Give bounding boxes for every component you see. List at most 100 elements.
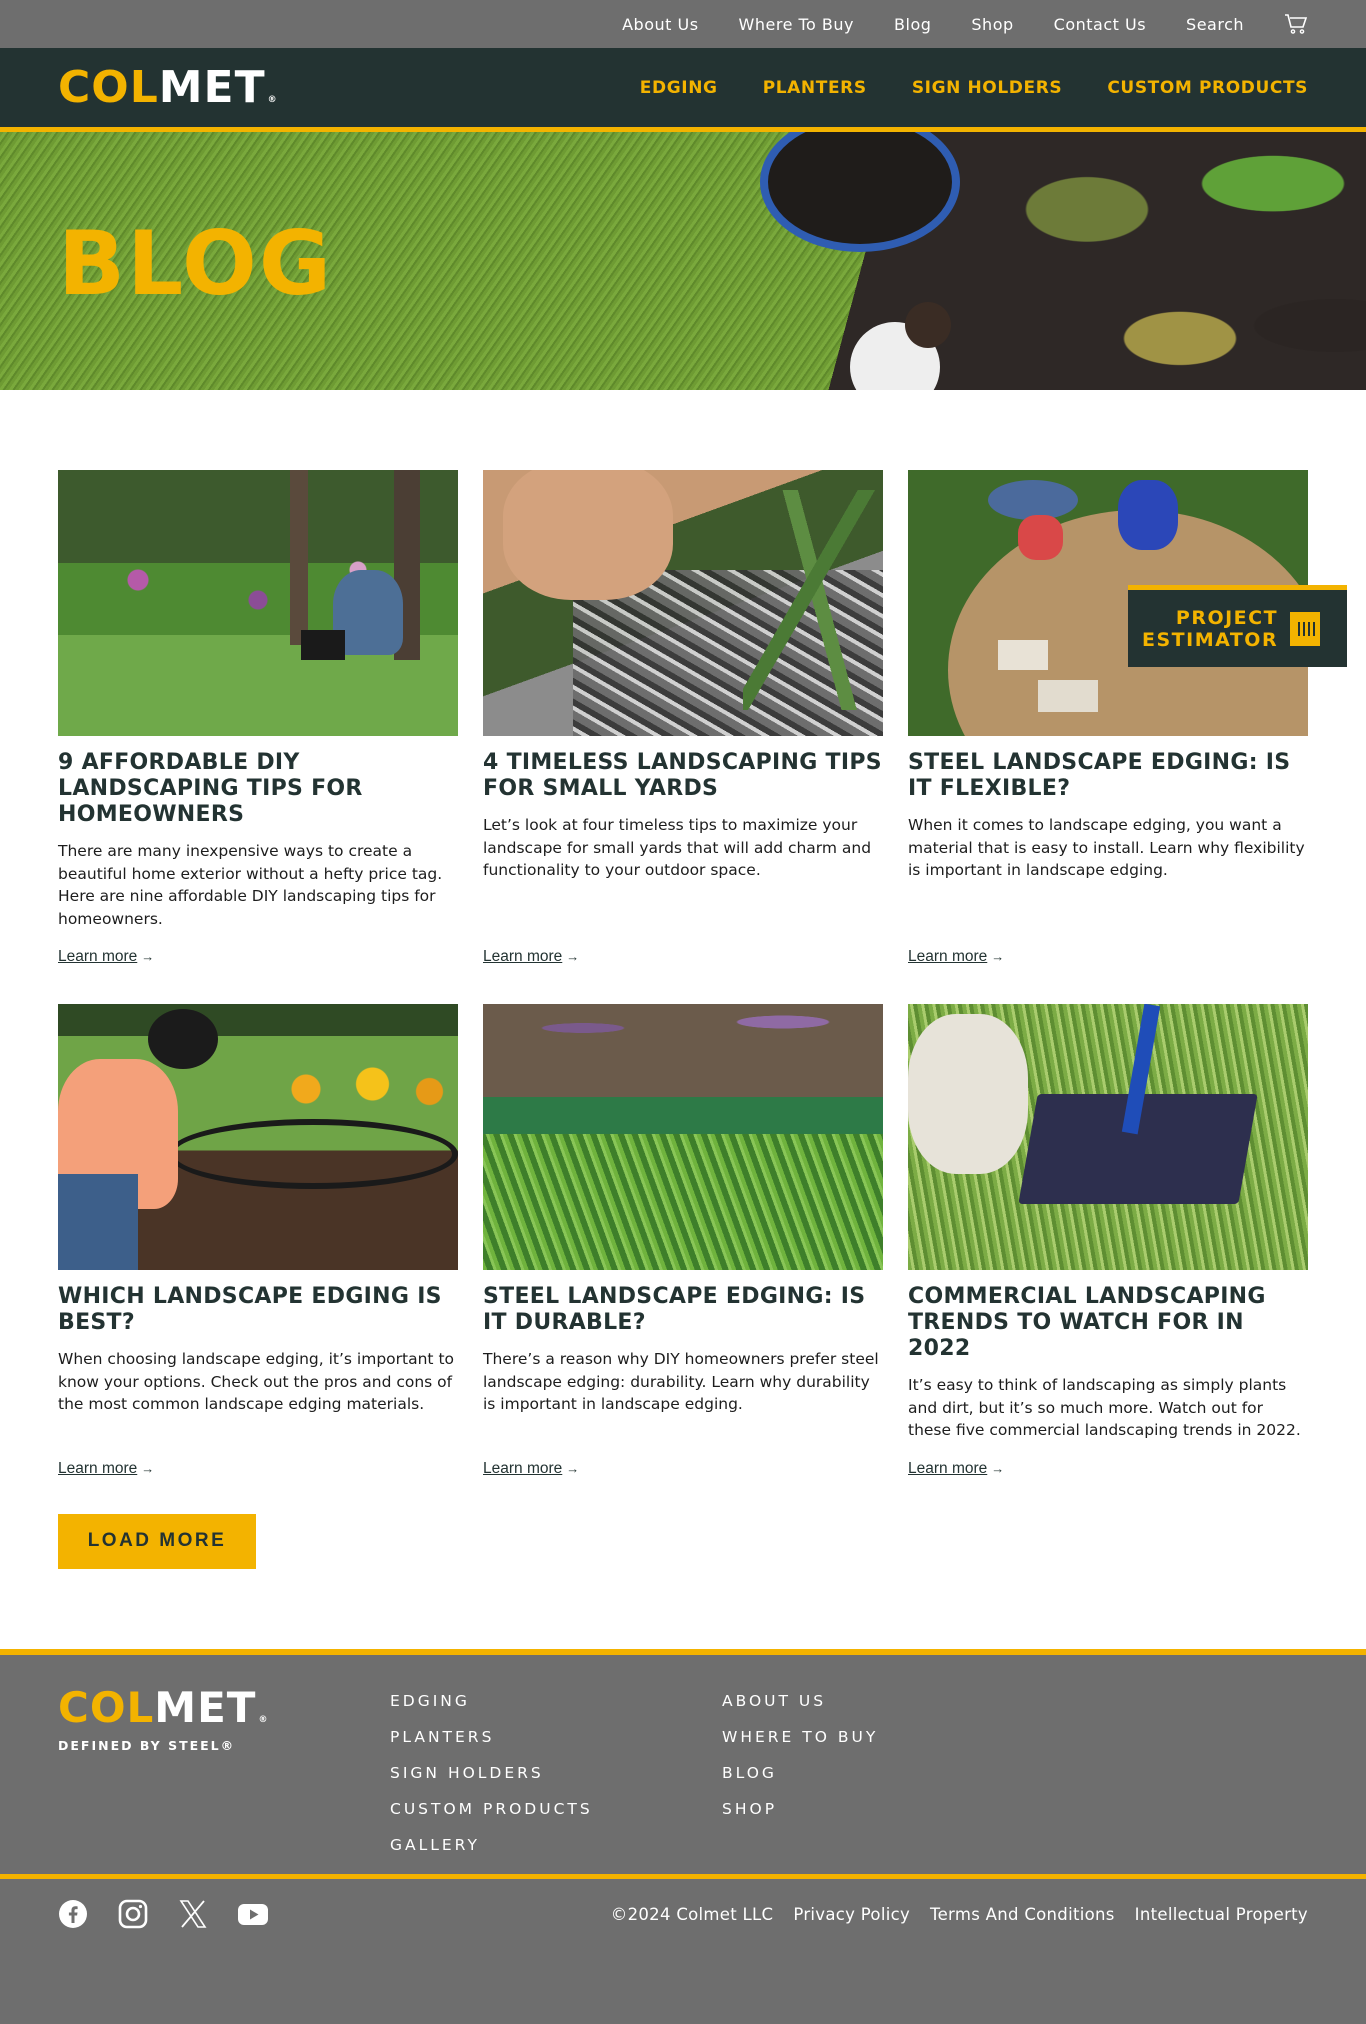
project-estimator-button[interactable]: PROJECT ESTIMATOR — [1128, 585, 1347, 667]
intellectual-property-link[interactable]: Intellectual Property — [1135, 1905, 1308, 1924]
blog-card-text: COMMERCIAL LANDSCAPING TRENDS TO WATCH F… — [908, 1270, 1308, 1442]
nav-custom-products[interactable]: CUSTOM PRODUCTS — [1107, 78, 1308, 98]
blog-card-text: 4 TIMELESS LANDSCAPING TIPS FOR SMALL YA… — [483, 736, 883, 930]
footer-link-about-us[interactable]: ABOUT US — [722, 1683, 1054, 1719]
learn-more-link[interactable]: Learn more → — [908, 1460, 1004, 1478]
utility-link-shop[interactable]: Shop — [971, 15, 1013, 34]
image-leaves — [743, 490, 883, 710]
image-wheelbarrow — [988, 480, 1078, 520]
blog-post-grid: 9 AFFORDABLE DIY LANDSCAPING TIPS FOR HO… — [0, 390, 1366, 1478]
learn-more-label: Learn more — [58, 1459, 138, 1477]
footer-link-blog[interactable]: BLOG — [722, 1755, 1054, 1791]
project-estimator-line2: ESTIMATOR — [1142, 628, 1279, 651]
learn-more-label: Learn more — [483, 1459, 563, 1477]
blog-card-title[interactable]: STEEL LANDSCAPE EDGING: IS IT FLEXIBLE? — [908, 750, 1308, 802]
blog-card-excerpt: There’s a reason why DIY homeowners pref… — [483, 1350, 879, 1413]
cart-icon[interactable] — [1284, 13, 1308, 35]
image-glove — [908, 1014, 1028, 1174]
main-header: COL MET ® EDGING PLANTERS SIGN HOLDERS CUS… — [0, 48, 1366, 132]
learn-more-link[interactable]: Learn more → — [908, 948, 1004, 966]
blog-card: WHICH LANDSCAPE EDGING IS BEST? When cho… — [58, 1004, 458, 1478]
blog-card-image[interactable] — [58, 470, 458, 736]
image-stone — [1038, 680, 1098, 712]
learn-more-link[interactable]: Learn more → — [58, 948, 154, 966]
learn-more-link[interactable]: Learn more → — [58, 1460, 154, 1478]
blog-card-image[interactable] — [908, 1004, 1308, 1270]
arrow-right-icon: → — [141, 949, 155, 964]
image-person — [1118, 480, 1178, 550]
blog-card-title[interactable]: 9 AFFORDABLE DIY LANDSCAPING TIPS FOR HO… — [58, 750, 458, 828]
blog-card: STEEL LANDSCAPE EDGING: IS IT DURABLE? T… — [483, 1004, 883, 1478]
project-estimator-label: PROJECT ESTIMATOR — [1142, 607, 1278, 651]
load-more-button[interactable]: LOAD MORE — [58, 1513, 256, 1569]
utility-link-contact-us[interactable]: Contact Us — [1054, 15, 1146, 34]
nav-sign-holders[interactable]: SIGN HOLDERS — [912, 78, 1062, 98]
logo-registered: ® — [267, 95, 278, 105]
blog-card-excerpt: It’s easy to think of landscaping as sim… — [908, 1376, 1301, 1439]
footer-link-shop[interactable]: SHOP — [722, 1791, 1054, 1827]
blog-card-excerpt: When choosing landscape edging, it’s imp… — [58, 1350, 454, 1413]
logo-registered: ® — [258, 1714, 269, 1725]
utility-link-blog[interactable]: Blog — [894, 15, 931, 34]
blog-card: 9 AFFORDABLE DIY LANDSCAPING TIPS FOR HO… — [58, 470, 458, 966]
image-head — [148, 1009, 218, 1069]
learn-more-label: Learn more — [483, 948, 563, 965]
x-icon[interactable] — [178, 1899, 208, 1929]
footer-tagline: DEFINED BY STEEL® — [58, 1737, 236, 1753]
image-toolbox — [301, 630, 345, 660]
learn-more-link[interactable]: Learn more → — [483, 948, 579, 966]
utility-link-where-to-buy[interactable]: Where To Buy — [739, 15, 854, 34]
hero-banner: BLOG — [0, 132, 1366, 390]
blog-card-title[interactable]: WHICH LANDSCAPE EDGING IS BEST? — [58, 1284, 458, 1336]
footer-bottom: ©2024 Colmet LLC Privacy Policy Terms An… — [0, 1879, 1366, 2024]
blog-card-text: 9 AFFORDABLE DIY LANDSCAPING TIPS FOR HO… — [58, 736, 458, 930]
arrow-right-icon: → — [566, 1460, 580, 1476]
image-hand — [503, 470, 673, 600]
footer-link-sign-holders[interactable]: SIGN HOLDERS — [390, 1755, 722, 1791]
footer-link-custom-products[interactable]: CUSTOM PRODUCTS — [390, 1791, 722, 1827]
blog-card-excerpt: When it comes to landscape edging, you w… — [908, 816, 1305, 879]
nav-edging[interactable]: EDGING — [640, 78, 718, 98]
learn-more-label: Learn more — [908, 948, 988, 965]
blog-card-title[interactable]: STEEL LANDSCAPE EDGING: IS IT DURABLE? — [483, 1284, 883, 1336]
utility-link-search[interactable]: Search — [1186, 15, 1244, 34]
learn-more-label: Learn more — [58, 948, 138, 965]
footer-link-gallery[interactable]: GALLERY — [390, 1827, 722, 1863]
blog-card: COMMERCIAL LANDSCAPING TRENDS TO WATCH F… — [908, 1004, 1308, 1478]
blog-card-title[interactable]: 4 TIMELESS LANDSCAPING TIPS FOR SMALL YA… — [483, 750, 883, 802]
footer-colmet-logo[interactable]: COL MET ® — [58, 1683, 390, 1732]
image-flowers — [268, 1064, 458, 1114]
image-jeans — [58, 1174, 138, 1270]
project-estimator-line1: PROJECT — [1175, 606, 1279, 629]
learn-more-label: Learn more — [908, 1459, 988, 1477]
youtube-icon[interactable] — [238, 1899, 268, 1929]
colmet-logo[interactable]: COL MET ® — [58, 62, 278, 113]
blog-card-excerpt: There are many inexpensive ways to creat… — [58, 842, 443, 928]
footer-link-edging[interactable]: EDGING — [390, 1683, 722, 1719]
blog-card-image[interactable] — [483, 1004, 883, 1270]
utility-link-about-us[interactable]: About Us — [622, 15, 698, 34]
privacy-policy-link[interactable]: Privacy Policy — [793, 1905, 910, 1924]
image-tree — [290, 470, 308, 645]
learn-more-link[interactable]: Learn more → — [483, 1460, 579, 1478]
nav-planters[interactable]: PLANTERS — [763, 78, 867, 98]
logo-text-met: MET — [158, 62, 266, 113]
footer-company-column: ABOUT US WHERE TO BUY BLOG SHOP — [722, 1683, 1054, 1874]
blog-card-image[interactable] — [58, 1004, 458, 1270]
facebook-icon[interactable] — [58, 1899, 88, 1929]
image-stone — [998, 640, 1048, 670]
footer: COL MET ® DEFINED BY STEEL® EDGING PLANTER… — [0, 1648, 1366, 2024]
instagram-icon[interactable] — [118, 1899, 148, 1929]
footer-products-column: EDGING PLANTERS SIGN HOLDERS CUSTOM PROD… — [390, 1683, 722, 1874]
footer-link-where-to-buy[interactable]: WHERE TO BUY — [722, 1719, 1054, 1755]
logo-text-col: COL — [58, 1682, 155, 1732]
utility-nav: About Us Where To Buy Blog Shop Contact … — [0, 0, 1366, 48]
image-grass — [483, 1134, 883, 1270]
terms-and-conditions-link[interactable]: Terms And Conditions — [930, 1905, 1115, 1924]
logo-text-col: COL — [58, 62, 159, 113]
blog-card-title[interactable]: COMMERCIAL LANDSCAPING TRENDS TO WATCH F… — [908, 1284, 1308, 1362]
blog-card-image[interactable] — [483, 470, 883, 736]
footer-link-planters[interactable]: PLANTERS — [390, 1719, 722, 1755]
image-plants — [483, 1004, 883, 1064]
arrow-right-icon: → — [141, 1460, 155, 1476]
